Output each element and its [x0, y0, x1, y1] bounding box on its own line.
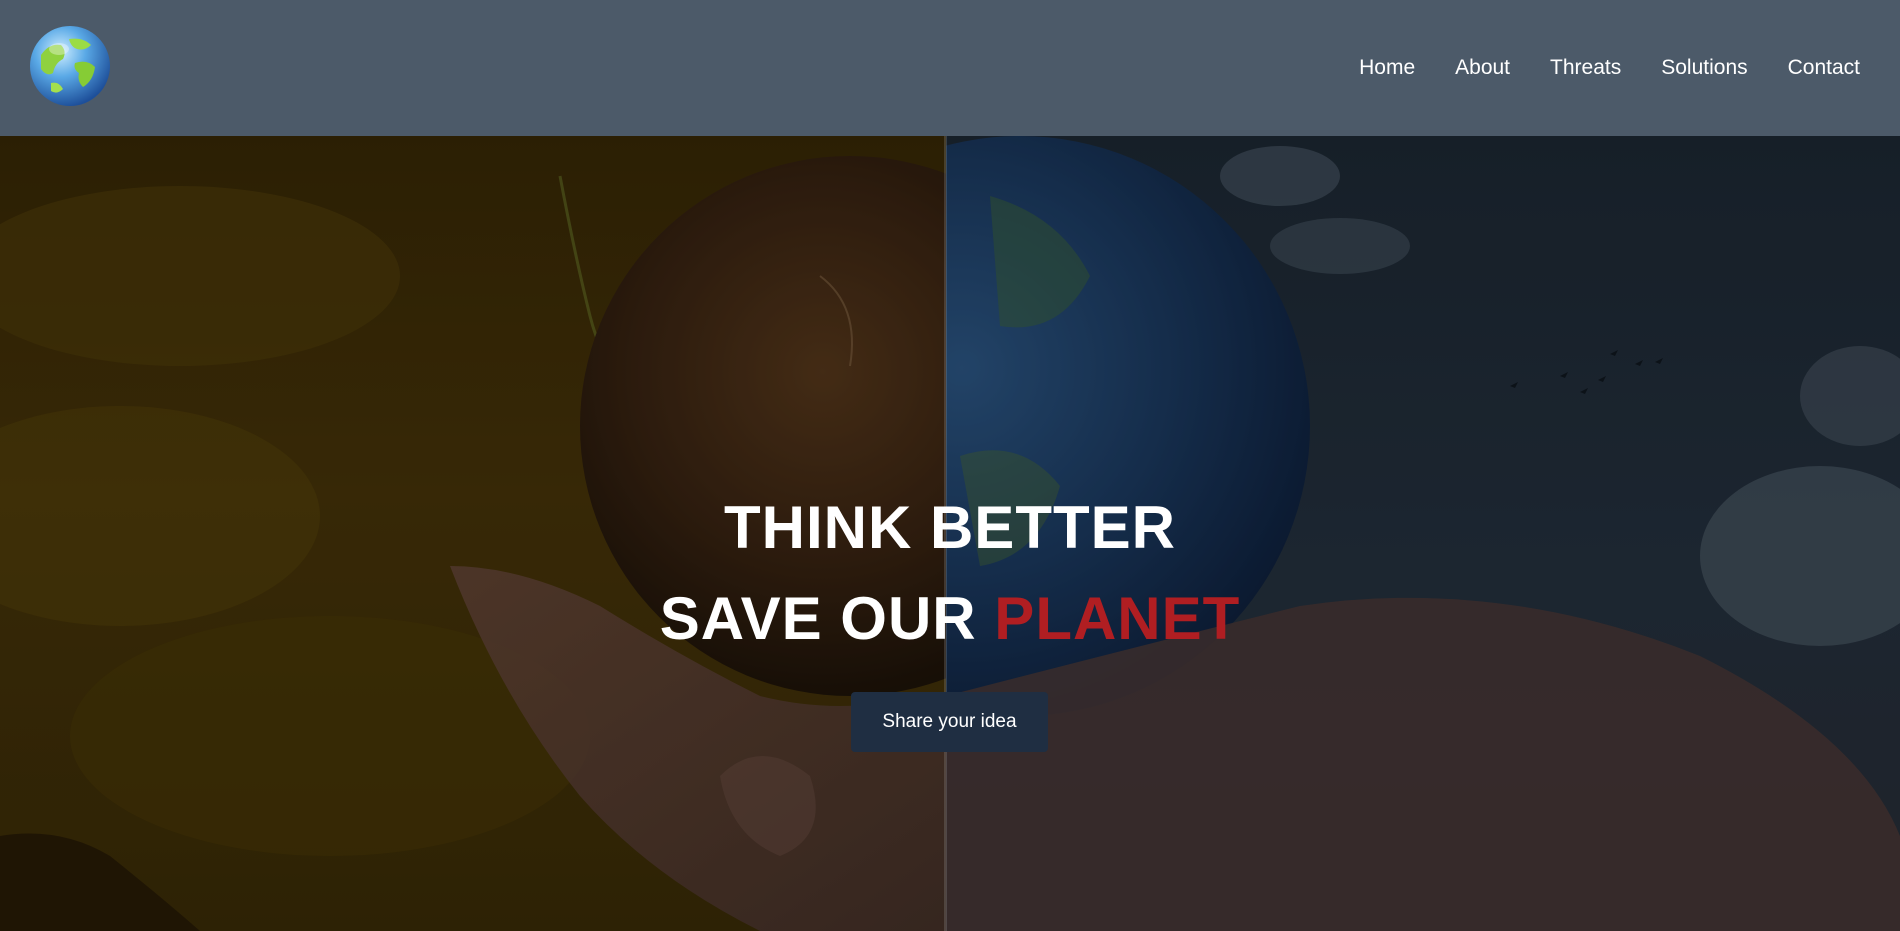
nav-about-link[interactable]: About	[1455, 56, 1510, 80]
globe-icon	[30, 26, 110, 106]
logo[interactable]	[29, 25, 111, 107]
nav-home-link[interactable]: Home	[1359, 56, 1415, 80]
hero-section: THINK BETTER SAVE OUR PLANET Share your …	[0, 136, 1900, 931]
nav-contact-link[interactable]: Contact	[1788, 56, 1860, 80]
nav-threats-link[interactable]: Threats	[1550, 56, 1621, 80]
hero-title-line1: THINK BETTER	[724, 494, 1176, 561]
nav-solutions-link[interactable]: Solutions	[1661, 56, 1747, 80]
share-idea-button[interactable]: Share your idea	[851, 692, 1048, 752]
hero-content: THINK BETTER SAVE OUR PLANET Share your …	[0, 136, 1900, 931]
page: Home About Threats Solutions Contact THI…	[0, 0, 1900, 931]
hero-title-accent: PLANET	[994, 585, 1241, 652]
hero-title-prefix: SAVE OUR	[659, 585, 995, 652]
main-nav: Home About Threats Solutions Contact	[1359, 0, 1860, 136]
navbar: Home About Threats Solutions Contact	[0, 0, 1900, 136]
hero-title-line2: SAVE OUR PLANET	[0, 584, 1900, 654]
